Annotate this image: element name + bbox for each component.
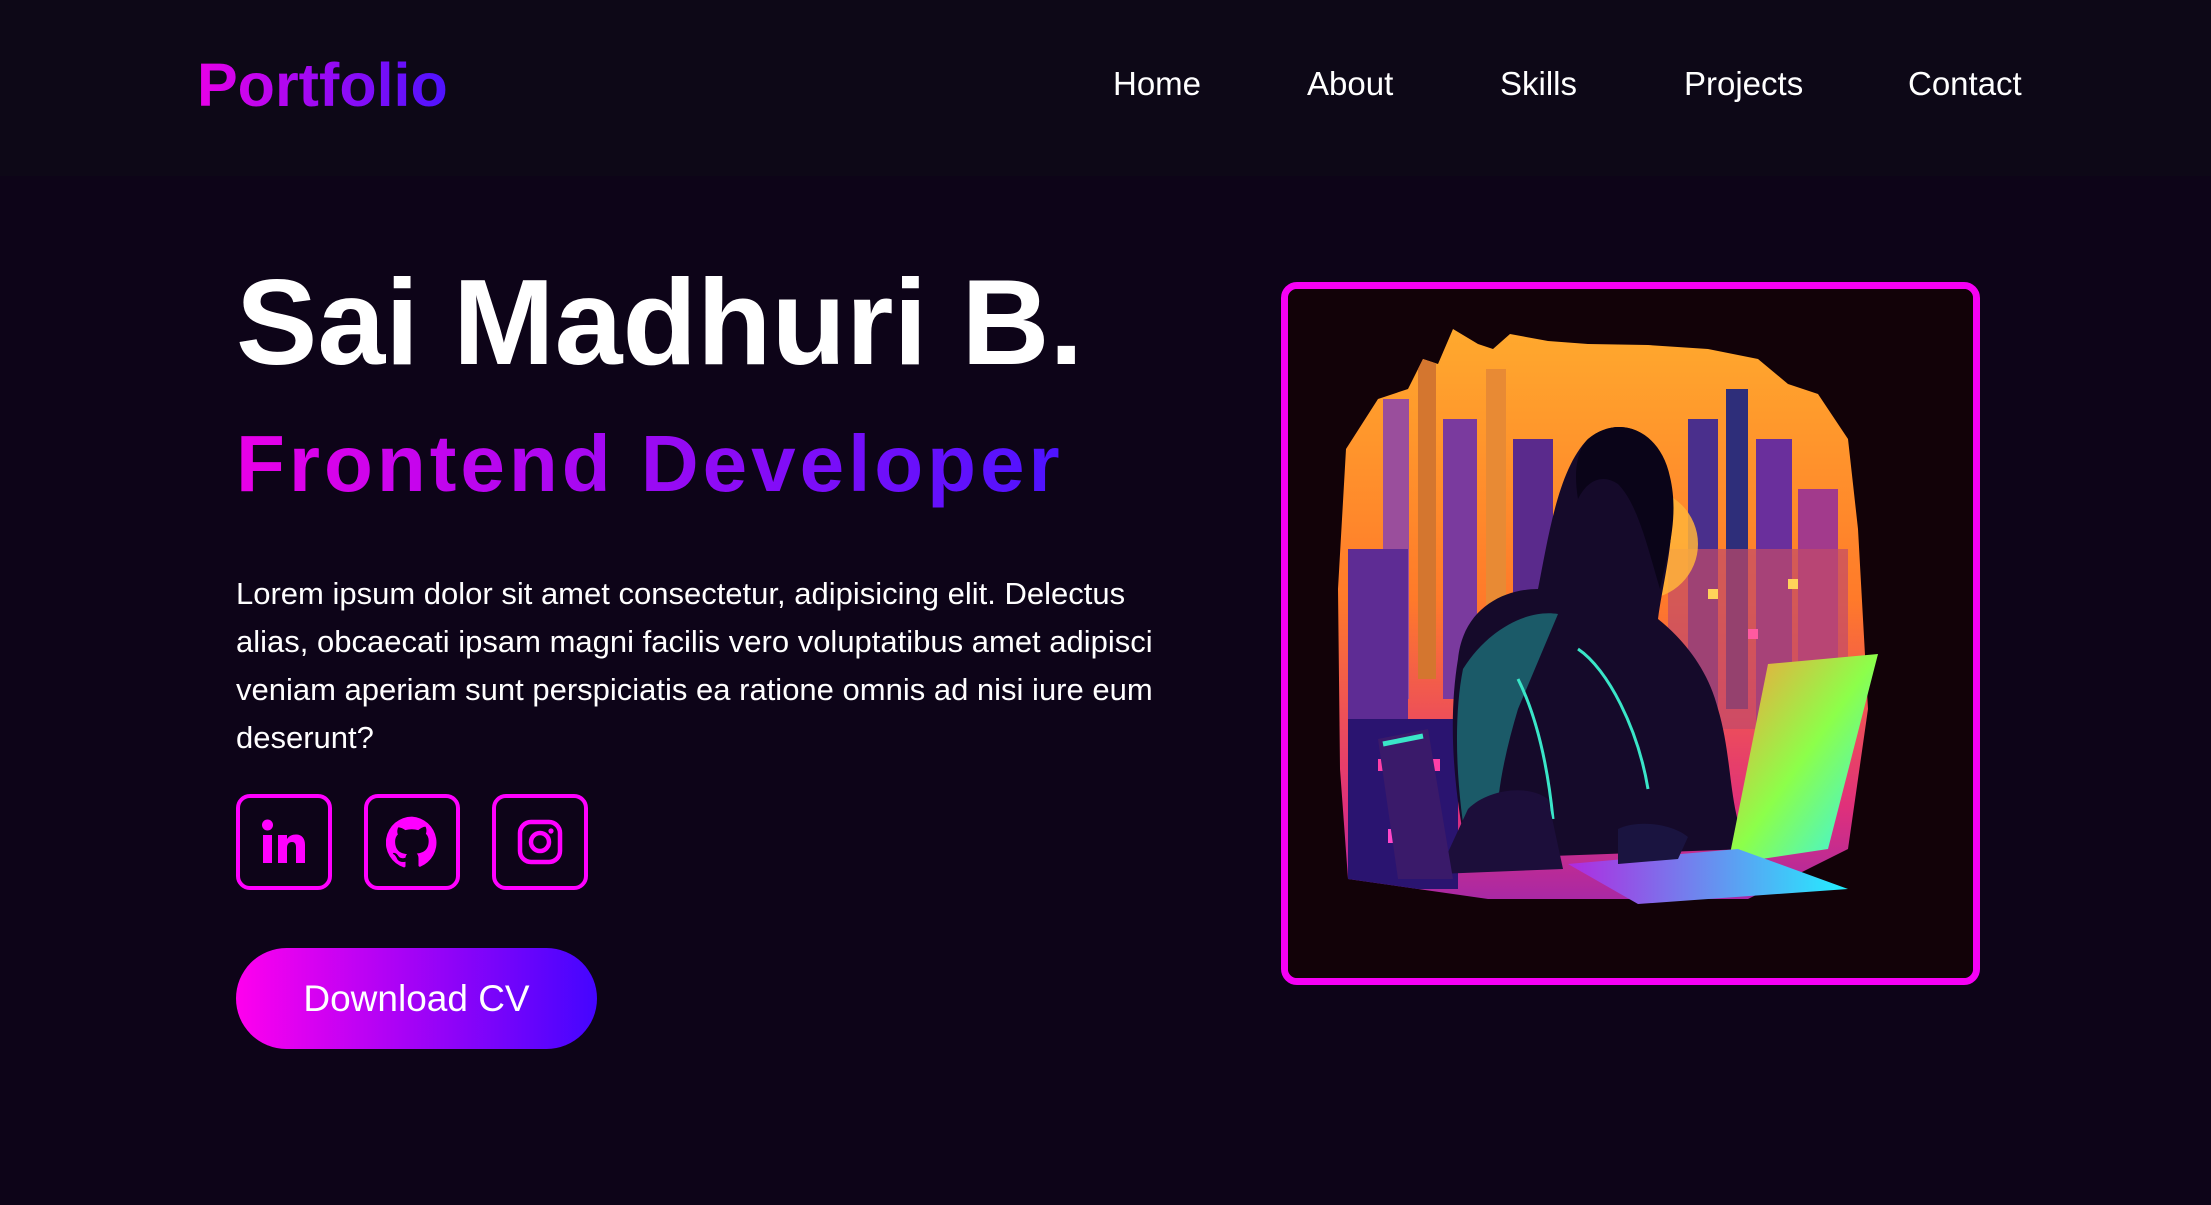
nav-link-skills[interactable]: Skills xyxy=(1500,64,1577,104)
github-icon xyxy=(386,816,438,868)
download-cv-button[interactable]: Download CV xyxy=(236,948,597,1049)
linkedin-icon xyxy=(259,817,309,867)
hero-role: Frontend Developer xyxy=(236,419,1064,508)
nav-link-contact[interactable]: Contact xyxy=(1908,64,2022,104)
hero-name: Sai Madhuri B. xyxy=(236,254,1084,390)
linkedin-button[interactable] xyxy=(236,794,332,890)
logo[interactable]: Portfolio xyxy=(197,49,448,121)
hero-description: Lorem ipsum dolor sit amet consectetur, … xyxy=(236,576,1153,755)
nav-link-projects[interactable]: Projects xyxy=(1684,64,1803,104)
hero-illustration xyxy=(1288,289,1973,978)
nav-link-about[interactable]: About xyxy=(1307,64,1393,104)
navbar: Portfolio Home About Skills Projects Con… xyxy=(0,0,2211,176)
hero-image-frame xyxy=(1281,282,1980,985)
nav-link-home[interactable]: Home xyxy=(1113,64,1201,104)
instagram-button[interactable] xyxy=(492,794,588,890)
instagram-icon xyxy=(517,819,563,865)
github-button[interactable] xyxy=(364,794,460,890)
